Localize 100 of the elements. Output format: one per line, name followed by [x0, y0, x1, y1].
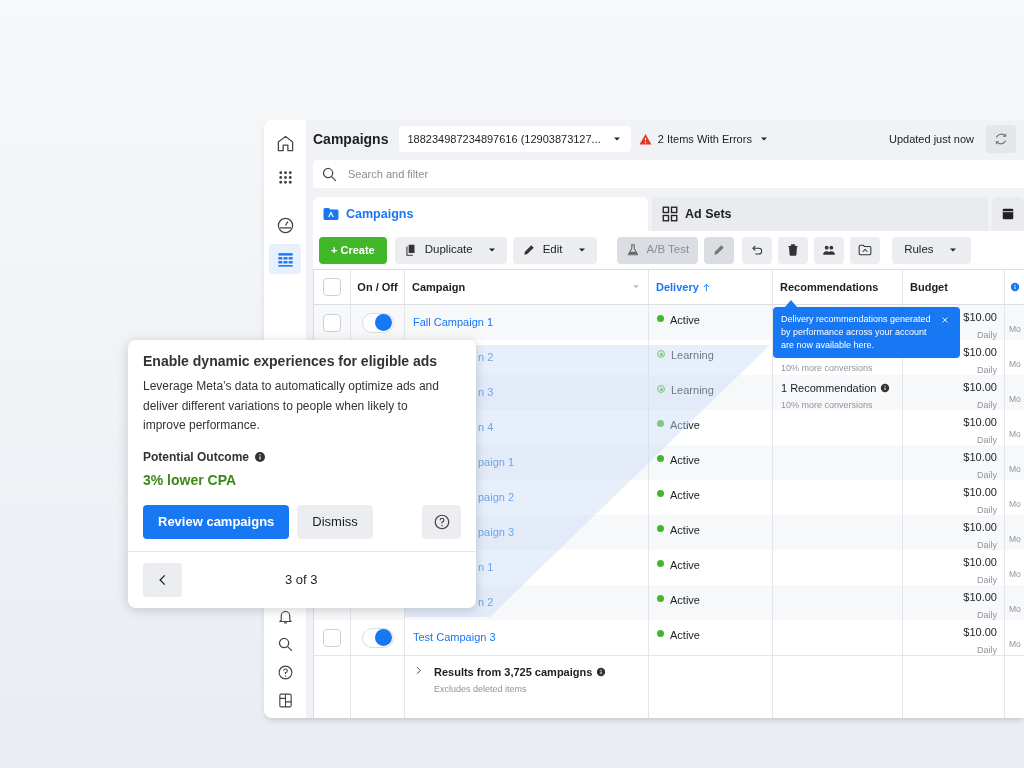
recommendation-note: 10% more conversions	[781, 398, 874, 412]
review-campaigns-button[interactable]: Review campaigns	[143, 504, 290, 539]
column-header[interactable]: Recommendations	[780, 278, 879, 296]
campaign-link[interactable]: n 2	[478, 349, 494, 366]
budget-period: Daily	[977, 363, 997, 377]
trash-icon	[786, 243, 801, 257]
checkbox[interactable]	[323, 278, 341, 296]
table-cell: Mo	[1009, 498, 1021, 511]
table-cell: Mo	[1009, 568, 1021, 581]
checkbox[interactable]	[323, 313, 341, 332]
budget-period: Daily	[977, 573, 997, 587]
info-icon	[1010, 282, 1020, 292]
account-dropdown[interactable]: 188234987234897616 (12903873127...	[399, 126, 631, 152]
undo-icon	[750, 243, 765, 257]
table-cell: Mo	[1009, 428, 1021, 441]
toggle-switch[interactable]	[361, 312, 394, 333]
dismiss-button[interactable]: Dismiss	[297, 504, 373, 539]
folder-icon	[858, 243, 873, 257]
info-icon	[254, 450, 266, 463]
gauge-icon	[275, 215, 295, 235]
column-header[interactable]: Campaign	[412, 278, 466, 296]
home-icon	[275, 133, 295, 153]
column-header[interactable]: Delivery	[656, 278, 699, 296]
campaign-link[interactable]: paign 1	[478, 454, 515, 471]
delivery-status: Active	[670, 488, 700, 503]
warning-icon	[638, 132, 652, 146]
pencil-icon	[521, 243, 536, 257]
delivery-status: Learning	[671, 383, 714, 398]
campaign-link[interactable]: paign 2	[478, 489, 515, 506]
toolbar-icon-button[interactable]	[778, 236, 809, 264]
toolbar-dropdown[interactable]: Edit	[512, 236, 597, 264]
budget-amount: $10.00	[963, 310, 997, 325]
budget-amount: $10.00	[963, 590, 997, 605]
campaign-link[interactable]: paign 3	[478, 524, 515, 541]
delivery-status: Active	[670, 523, 700, 538]
table-cell: Mo	[1009, 323, 1021, 336]
table-cell: Mo	[1009, 603, 1021, 616]
budget-amount: $10.00	[963, 555, 997, 570]
search-icon	[276, 635, 294, 653]
people-icon	[822, 243, 837, 257]
delivery-status: Learning	[671, 348, 714, 363]
toolbar-dropdown[interactable]: Duplicate	[394, 236, 507, 264]
outcome-label: Potential Outcome	[143, 448, 249, 466]
info-icon	[596, 667, 607, 678]
budget-amount: $10.00	[963, 485, 997, 500]
budget-amount: $10.00	[963, 345, 997, 360]
delivery-status: Active	[670, 558, 700, 573]
help-icon	[432, 512, 451, 531]
campaign-link[interactable]: n 2	[478, 594, 494, 611]
copy-icon	[403, 243, 418, 257]
errors-dropdown[interactable]: 2 Items With Errors	[638, 130, 770, 148]
toolbar-icon-button[interactable]	[850, 236, 881, 264]
popup-title: Enable dynamic experiences for eligible ads	[143, 352, 439, 370]
budget-period: Daily	[977, 433, 997, 447]
budget-period: Daily	[977, 503, 997, 517]
recommendation-note: 10% more conversions	[781, 361, 874, 375]
budget-amount: $10.00	[963, 415, 997, 430]
panel-layout-icon	[276, 691, 294, 709]
table-cell: Mo	[1009, 358, 1021, 371]
toolbar-icon-button[interactable]	[814, 236, 845, 264]
campaign-link[interactable]: n 4	[478, 419, 494, 436]
delivery-status: Active	[670, 418, 700, 433]
campaign-link[interactable]: Test Campaign 3	[413, 629, 496, 646]
budget-period: Daily	[977, 538, 997, 552]
table-cell: Mo	[1009, 393, 1021, 406]
close-icon	[940, 315, 950, 325]
budget-period: Daily	[977, 328, 997, 342]
delivery-status: Active	[670, 313, 700, 328]
table-cell: Mo	[1009, 463, 1021, 476]
table-cell: Mo	[1009, 533, 1021, 546]
popup-description: Leverage Meta’s data to automatically optimize ads and deliver different variations to people when likely to improve performance.	[143, 378, 440, 434]
column-header[interactable]: Budget	[910, 278, 948, 296]
results-summary: Results from 3,725 campaigns	[434, 665, 593, 680]
refresh-icon	[993, 131, 1009, 147]
tab[interactable]	[992, 197, 1024, 231]
budget-period: Daily	[977, 643, 997, 657]
toggle-switch[interactable]	[361, 627, 394, 648]
search-icon	[321, 165, 338, 183]
budget-amount: $10.00	[963, 625, 997, 640]
budget-period: Daily	[977, 398, 997, 412]
tooltip-text: Delivery recommendations generated by performance across your account are now available here.	[781, 313, 932, 352]
rules-dropdown[interactable]: Rules	[892, 236, 971, 264]
delivery-status: Active	[670, 453, 700, 468]
campaign-link[interactable]: n 3	[478, 384, 494, 401]
help-button[interactable]	[422, 504, 461, 539]
campaign-link[interactable]: Fall Campaign 1	[413, 314, 494, 331]
page-title: Campaigns	[313, 129, 389, 149]
pencil-icon	[712, 243, 727, 257]
help-icon	[276, 663, 294, 681]
tab[interactable]: Ad Sets	[652, 197, 988, 231]
budget-amount: $10.00	[963, 520, 997, 535]
checkbox[interactable]	[323, 628, 341, 647]
flask-icon	[625, 243, 640, 257]
column-header[interactable]: On / Off	[357, 278, 398, 296]
results-note: Excludes deleted items	[434, 682, 528, 696]
refresh-button[interactable]	[986, 125, 1016, 153]
tab[interactable]: Campaigns	[313, 197, 648, 231]
create-button[interactable]: + Create	[319, 236, 387, 264]
campaign-link[interactable]: n 1	[478, 559, 494, 576]
budget-period: Daily	[977, 608, 997, 622]
